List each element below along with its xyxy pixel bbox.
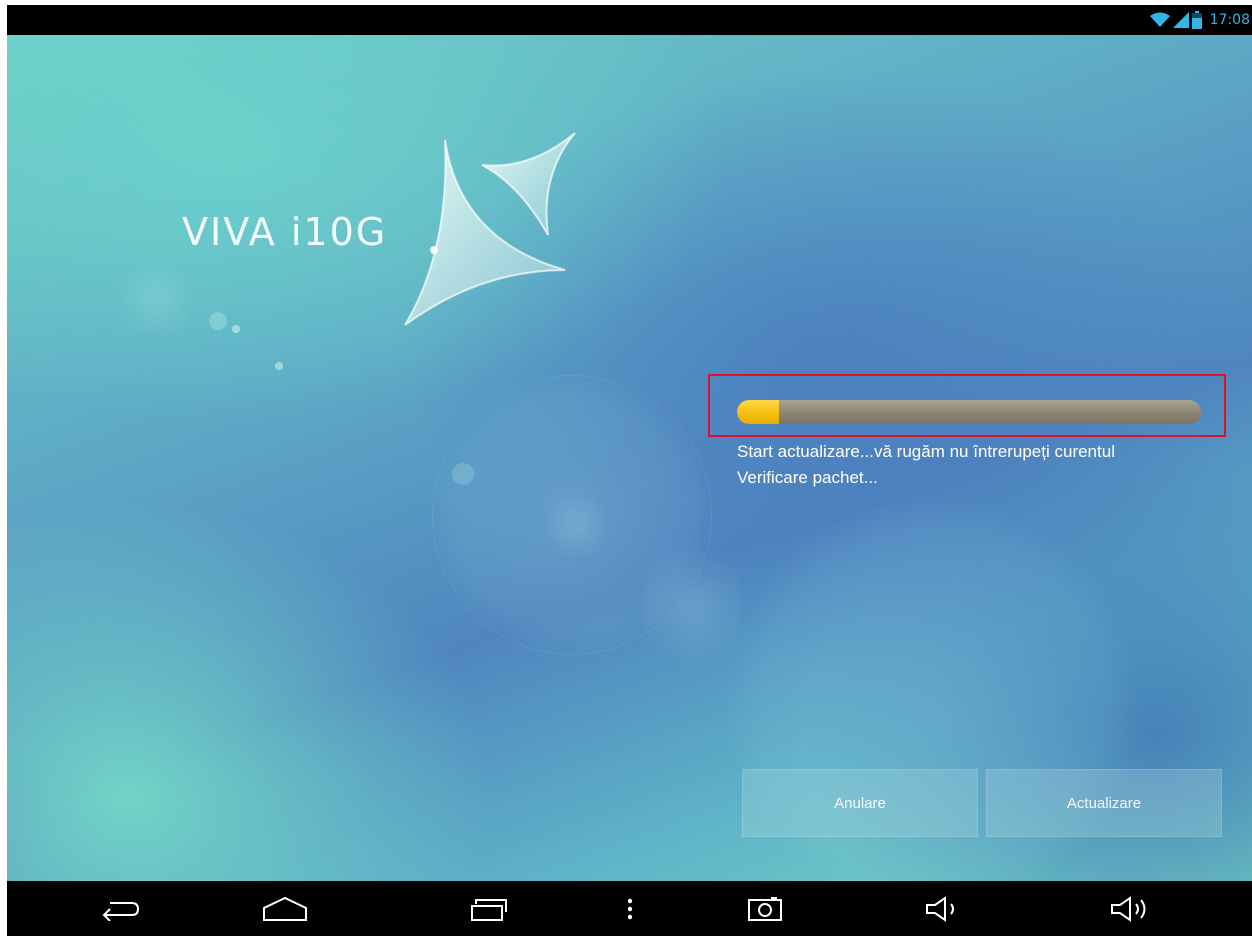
recent-apps-button[interactable]: [445, 881, 535, 936]
home-button[interactable]: [240, 881, 330, 936]
update-button[interactable]: Actualizare: [986, 769, 1222, 837]
update-step-message: Verificare pachet...: [737, 468, 878, 487]
battery-icon: [1192, 11, 1202, 29]
status-icons: [1150, 11, 1202, 29]
status-clock: 17:08: [1209, 12, 1250, 28]
update-status-message: Start actualizare...vă rugăm nu întrerup…: [737, 442, 1115, 461]
screenshot-button[interactable]: [720, 881, 810, 936]
navigation-bar: [7, 881, 1252, 936]
recent-apps-icon: [471, 898, 507, 921]
wifi-icon: [1150, 12, 1170, 27]
menu-button[interactable]: [585, 881, 675, 936]
update-screen: VIVA i10G Start actualizare...vă rugăm n…: [7, 35, 1252, 881]
bokeh-dot: [452, 463, 474, 485]
bokeh-circle: [547, 485, 607, 565]
volume-up-icon: [1111, 895, 1146, 922]
signal-icon: [1173, 12, 1189, 28]
volume-up-button[interactable]: [1087, 881, 1177, 936]
home-icon: [263, 896, 307, 921]
cancel-button[interactable]: Anulare: [742, 769, 978, 837]
volume-down-button[interactable]: [900, 881, 990, 936]
status-bar: 17:08: [7, 5, 1252, 35]
screenshot-icon: [748, 896, 782, 921]
update-progress-bar: [737, 400, 1201, 424]
menu-icon: [627, 898, 633, 919]
brand-name: VIVA i10G: [182, 210, 388, 254]
back-icon: [102, 901, 140, 921]
viva-logo: VIVA i10G: [182, 130, 582, 360]
volume-down-icon: [926, 895, 954, 922]
bokeh-circle: [432, 375, 712, 655]
star-logo-icon: [404, 132, 576, 326]
bokeh-circle: [642, 535, 742, 675]
bokeh-dot: [275, 362, 283, 370]
progress-fill: [737, 400, 779, 424]
back-button[interactable]: [75, 881, 165, 936]
